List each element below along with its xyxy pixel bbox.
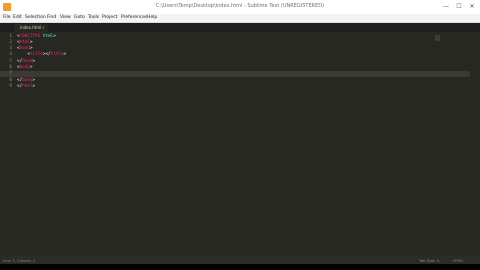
line-number: 3 (9, 46, 12, 52)
punctuation-token: ></ (42, 52, 51, 58)
menu-help[interactable]: Help (147, 15, 157, 20)
punctuation-token: > (32, 58, 36, 64)
code-line[interactable]: 5 </head> (0, 58, 480, 64)
punctuation-token: > (63, 52, 67, 58)
tag-name-token: body (19, 65, 30, 70)
editor-pane[interactable]: index.html × 1 <!DOCTYPE html> 2 <html> 3 <he… (0, 23, 480, 256)
tag-name-token: body (22, 77, 33, 83)
tag-name-token: title (50, 52, 64, 58)
punctuation-token: > (32, 77, 36, 83)
status-syntax[interactable]: HTML (453, 258, 464, 263)
menu-goto[interactable]: Goto (74, 15, 85, 20)
status-cursor-position: Line 7, Column 1 (3, 257, 36, 263)
title-bar: C:\Users\Temp\Desktop\index.html - Subli… (0, 0, 480, 14)
menu-project[interactable]: Project (102, 15, 117, 20)
line-number: 2 (9, 39, 12, 45)
line-number: 5 (9, 58, 12, 64)
code-text: <body> (17, 65, 33, 70)
code-text: <!DOCTYPE html> (17, 34, 56, 39)
code-line[interactable]: 1 <!DOCTYPE html> (0, 33, 480, 39)
menu-view[interactable]: View (60, 15, 71, 20)
punctuation-token: > (32, 83, 36, 89)
code-line[interactable]: 4 <title></title> (0, 52, 480, 58)
tag-name-token: html (19, 39, 30, 45)
line-number: 7 (9, 71, 12, 77)
screen-bottom-edge (0, 264, 480, 270)
code-line[interactable]: 2 <html> (0, 39, 480, 45)
status-tab-size[interactable]: Tab Size: 4 (419, 258, 439, 263)
menu-edit[interactable]: Edit (13, 15, 22, 20)
code-text: </head> (17, 59, 35, 64)
menu-preferences[interactable]: Preferences (121, 15, 147, 20)
menu-bar: File Edit Selection Find View Goto Tools… (0, 14, 480, 23)
tag-name-token: head (22, 58, 33, 64)
minimize-button[interactable]: — (441, 2, 451, 11)
tab-index-html[interactable]: index.html × (14, 24, 48, 32)
punctuation-token: > (29, 65, 33, 70)
line-number: 6 (9, 65, 12, 70)
code-line[interactable]: 6 <body> (0, 65, 480, 71)
menu-find[interactable]: Find (47, 15, 56, 20)
line-number: 8 (9, 77, 12, 83)
code-line[interactable]: 7 (0, 70, 470, 77)
maximize-button[interactable]: ☐ (454, 2, 464, 11)
code-line[interactable]: 9 </html> (0, 83, 480, 89)
line-number: 9 (9, 83, 12, 89)
tab-bar: index.html × (0, 23, 480, 32)
tag-name-token: html (22, 83, 33, 89)
punctuation-token: > (53, 33, 56, 39)
code-line[interactable]: 3 <head> (0, 46, 480, 52)
tab-label: index.html (20, 25, 42, 30)
tab-close-icon[interactable]: × (42, 25, 45, 30)
code-text: </html> (17, 84, 35, 89)
code-text: <head> (17, 46, 33, 51)
line-number: 1 (9, 33, 12, 39)
punctuation-token: > (29, 46, 33, 52)
keyword-token: html (40, 33, 54, 39)
code-text: </body> (17, 78, 35, 83)
tag-name-token: !DOCTYPE (19, 33, 41, 39)
punctuation-token: > (29, 39, 33, 45)
code-text: <title></title> (17, 52, 66, 57)
code-text: <html> (17, 40, 33, 45)
line-number: 4 (9, 52, 12, 58)
status-bar: Line 7, Column 1 Tab Size: 4 HTML (0, 256, 480, 264)
window-title: C:\Users\Temp\Desktop\index.html - Subli… (155, 3, 325, 9)
menu-file[interactable]: File (3, 15, 11, 20)
menu-tools[interactable]: Tools (88, 15, 99, 20)
menu-selection[interactable]: Selection (25, 15, 46, 20)
close-button[interactable]: ✕ (467, 2, 477, 11)
tag-name-token: head (19, 46, 30, 52)
punctuation-token: < (17, 52, 30, 58)
minimap[interactable] (435, 35, 440, 41)
tag-name-token: title (29, 52, 43, 58)
code-line[interactable]: 8 </body> (0, 77, 480, 83)
